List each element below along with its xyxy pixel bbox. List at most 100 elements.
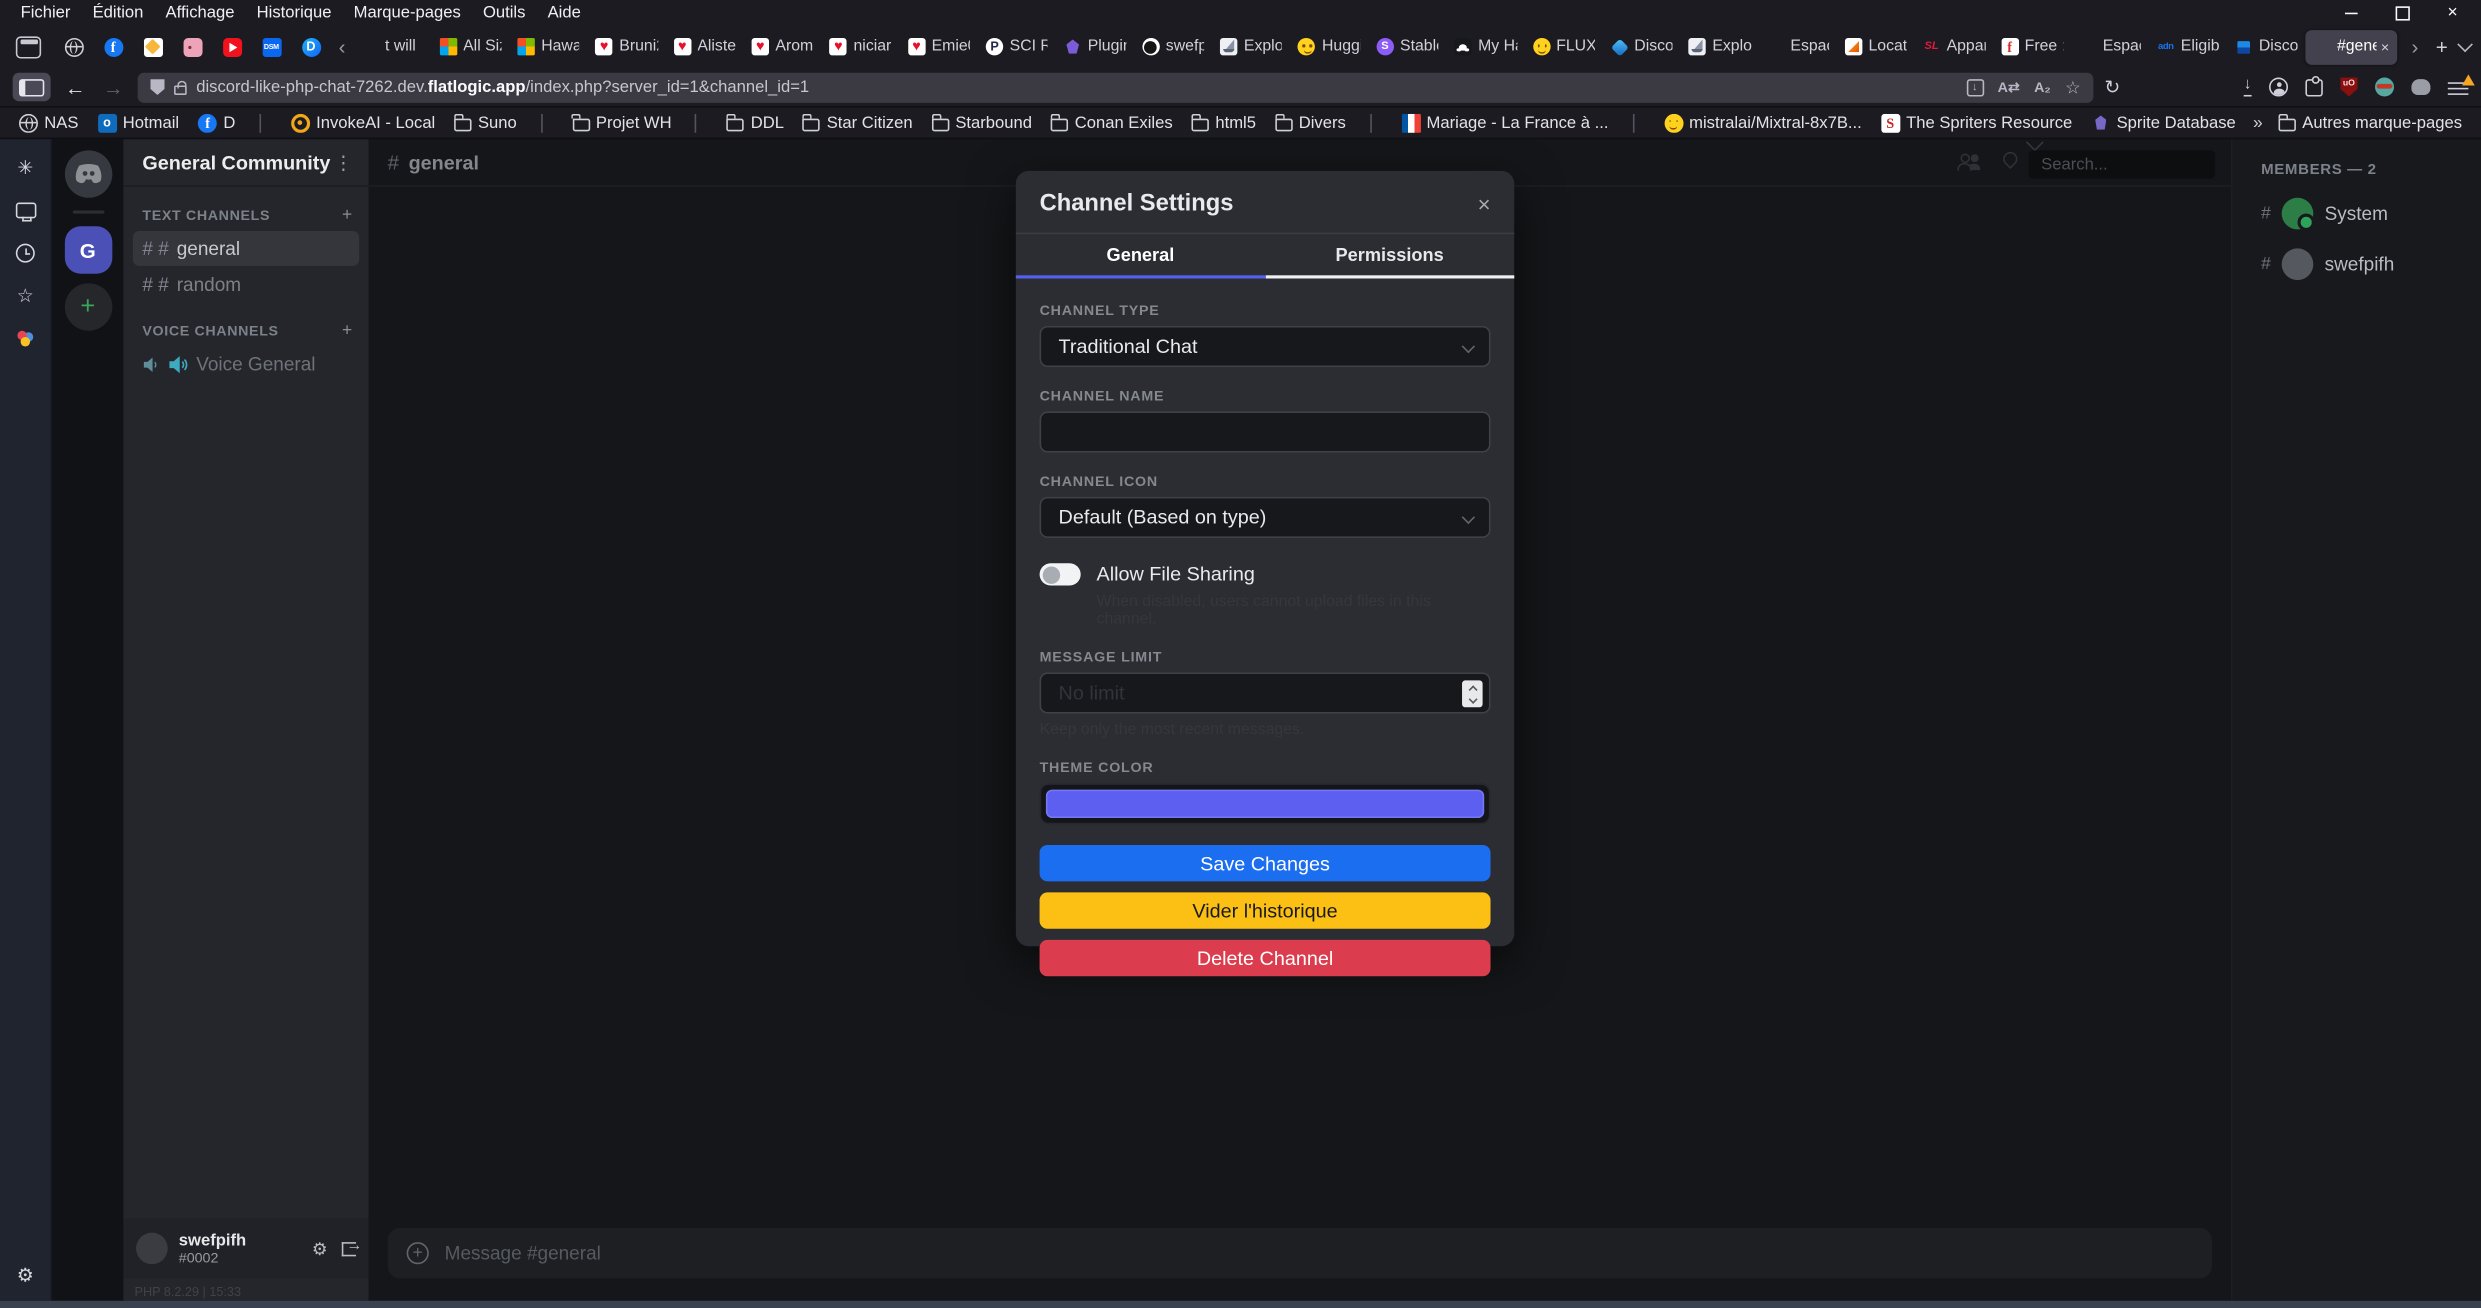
browser-tab[interactable]: Espace ab: [2071, 29, 2149, 64]
list-all-tabs-icon[interactable]: [2457, 37, 2473, 53]
bookmark-item[interactable]: Conan Exiles: [1041, 113, 1182, 132]
bookmark-item[interactable]: NAS: [9, 113, 87, 132]
ublock-extension-icon[interactable]: uO: [2340, 78, 2357, 97]
bookmark-item[interactable]: [526, 113, 562, 132]
bookmark-item[interactable]: [245, 113, 281, 132]
bookmark-item[interactable]: The Spriters Resource: [1871, 113, 2082, 132]
bookmark-item[interactable]: DDL: [717, 113, 793, 132]
extensions-icon[interactable]: [2305, 78, 2322, 95]
forward-button[interactable]: →: [100, 75, 127, 99]
bookmark-star-icon[interactable]: ☆: [2065, 77, 2081, 98]
bookmark-item[interactable]: [681, 113, 717, 132]
browser-tab[interactable]: #genera ×: [2305, 29, 2397, 64]
profiles-icon[interactable]: [13, 326, 38, 351]
reload-icon[interactable]: ↻: [2104, 76, 2120, 98]
menu-item[interactable]: Affichage: [154, 3, 245, 22]
pinned-tab[interactable]: [212, 37, 252, 56]
pinned-tab[interactable]: [172, 37, 212, 56]
history-icon[interactable]: [13, 241, 38, 266]
pinned-messages-icon[interactable]: [2000, 149, 2020, 169]
add-text-channel-icon[interactable]: +: [342, 206, 353, 225]
close-button[interactable]: ×: [2440, 3, 2465, 22]
channel-type-select[interactable]: Traditional Chat: [1040, 326, 1491, 367]
tracking-shield-icon[interactable]: [150, 79, 164, 95]
browser-tab[interactable]: Appar: [1915, 29, 1993, 64]
bookmark-item[interactable]: Divers: [1265, 113, 1355, 132]
clear-history-button[interactable]: Vider l'historique: [1040, 892, 1491, 928]
app-menu-icon[interactable]: [2448, 78, 2469, 95]
url-bar[interactable]: discord-like-php-chat-7262.dev.flatlogic…: [138, 72, 2094, 102]
translate-icon[interactable]: A⇄: [1998, 78, 2020, 95]
browser-tab[interactable]: Espace clie: [1759, 29, 1837, 64]
pinned-tab[interactable]: [252, 37, 292, 56]
sidebar-toggle-button[interactable]: [13, 73, 51, 101]
server-header[interactable]: General Community ⋮: [123, 139, 368, 186]
channel-name-input[interactable]: [1040, 411, 1491, 452]
firefox-view-icon[interactable]: [16, 36, 41, 58]
bookmark-item[interactable]: html5: [1182, 113, 1265, 132]
browser-tab[interactable]: Aromy: [744, 29, 822, 64]
pinned-tab[interactable]: [54, 37, 94, 56]
translate-page-icon[interactable]: A₂: [2034, 79, 2051, 95]
file-sharing-toggle[interactable]: [1040, 563, 1081, 585]
lock-icon[interactable]: [174, 85, 187, 94]
maximize-button[interactable]: [2389, 3, 2414, 22]
extension-icon[interactable]: [2411, 79, 2430, 95]
browser-tab[interactable]: niciar: [822, 29, 900, 64]
bookmark-item[interactable]: [1618, 113, 1654, 132]
message-composer[interactable]: + Message #general: [388, 1228, 2212, 1279]
server-icon-general-community[interactable]: G: [64, 226, 111, 273]
back-button[interactable]: ←: [62, 75, 89, 99]
url-text[interactable]: discord-like-php-chat-7262.dev.flatlogic…: [196, 78, 1956, 97]
delete-channel-button[interactable]: Delete Channel: [1040, 940, 1491, 976]
server-menu-icon[interactable]: ⋮: [334, 151, 353, 173]
other-bookmarks[interactable]: Autres marque-pages: [2275, 113, 2465, 132]
message-limit-input[interactable]: No limit: [1040, 672, 1491, 713]
bookmark-item[interactable]: Starbound: [922, 113, 1041, 132]
menu-item[interactable]: Aide: [536, 3, 591, 22]
menu-item[interactable]: Fichier: [9, 3, 81, 22]
bookmark-item[interactable]: Star Citizen: [793, 113, 922, 132]
user-avatar[interactable]: [136, 1233, 168, 1265]
browser-tab[interactable]: Plugin: [1056, 29, 1134, 64]
browser-tab[interactable]: Locati: [1837, 29, 1915, 64]
save-page-icon[interactable]: ↓: [1966, 78, 1983, 95]
text-channel-item[interactable]: # # general: [133, 231, 359, 266]
browser-tab[interactable]: Discor: [2227, 29, 2305, 64]
minimize-button[interactable]: [2339, 3, 2364, 22]
browser-tab[interactable]: Huggi: [1290, 29, 1368, 64]
text-channel-item[interactable]: # # random: [133, 267, 359, 302]
browser-tab[interactable]: Free :: [1993, 29, 2071, 64]
menu-item[interactable]: Édition: [82, 3, 155, 22]
bookmark-item[interactable]: Sprite Database: [2082, 113, 2245, 132]
browser-tab[interactable]: Explor: [1681, 29, 1759, 64]
logout-icon[interactable]: [342, 1241, 356, 1255]
modal-tab[interactable]: General: [1016, 234, 1265, 278]
account-icon[interactable]: [2269, 78, 2288, 97]
member-row[interactable]: # System: [2233, 188, 2481, 239]
pinned-tab[interactable]: [93, 37, 133, 56]
member-list-toggle-icon[interactable]: [1957, 153, 1978, 170]
attach-file-icon[interactable]: +: [407, 1242, 429, 1264]
browser-tab[interactable]: FLUX.2: [1525, 29, 1603, 64]
new-tab-button[interactable]: +: [2436, 35, 2448, 59]
bookmarks-overflow-icon[interactable]: »: [2253, 113, 2263, 132]
tab-close-icon[interactable]: ×: [2381, 39, 2389, 55]
add-server-button[interactable]: +: [64, 283, 111, 330]
menu-item[interactable]: Historique: [246, 3, 343, 22]
theme-color-field[interactable]: [1040, 783, 1491, 824]
monkey-extension-icon[interactable]: [2375, 78, 2394, 97]
theme-color-swatch[interactable]: [1046, 790, 1484, 818]
search-input[interactable]: Search...: [2029, 150, 2216, 178]
save-changes-button[interactable]: Save Changes: [1040, 845, 1491, 881]
pinned-tab[interactable]: [133, 37, 173, 56]
bookmark-item[interactable]: Projet WH: [563, 113, 681, 132]
voice-channel-item[interactable]: Voice General: [133, 347, 359, 382]
scroll-tabs-left-icon[interactable]: ‹: [331, 35, 354, 59]
bookmark-item[interactable]: D: [189, 113, 245, 132]
bookmarks-icon[interactable]: ☆: [13, 283, 38, 308]
browser-tab[interactable]: Discor: [1603, 29, 1681, 64]
browser-tab[interactable]: All Siz: [431, 29, 509, 64]
scroll-tabs-right-icon[interactable]: ›: [2404, 35, 2427, 59]
channel-icon-select[interactable]: Default (Based on type): [1040, 497, 1491, 538]
